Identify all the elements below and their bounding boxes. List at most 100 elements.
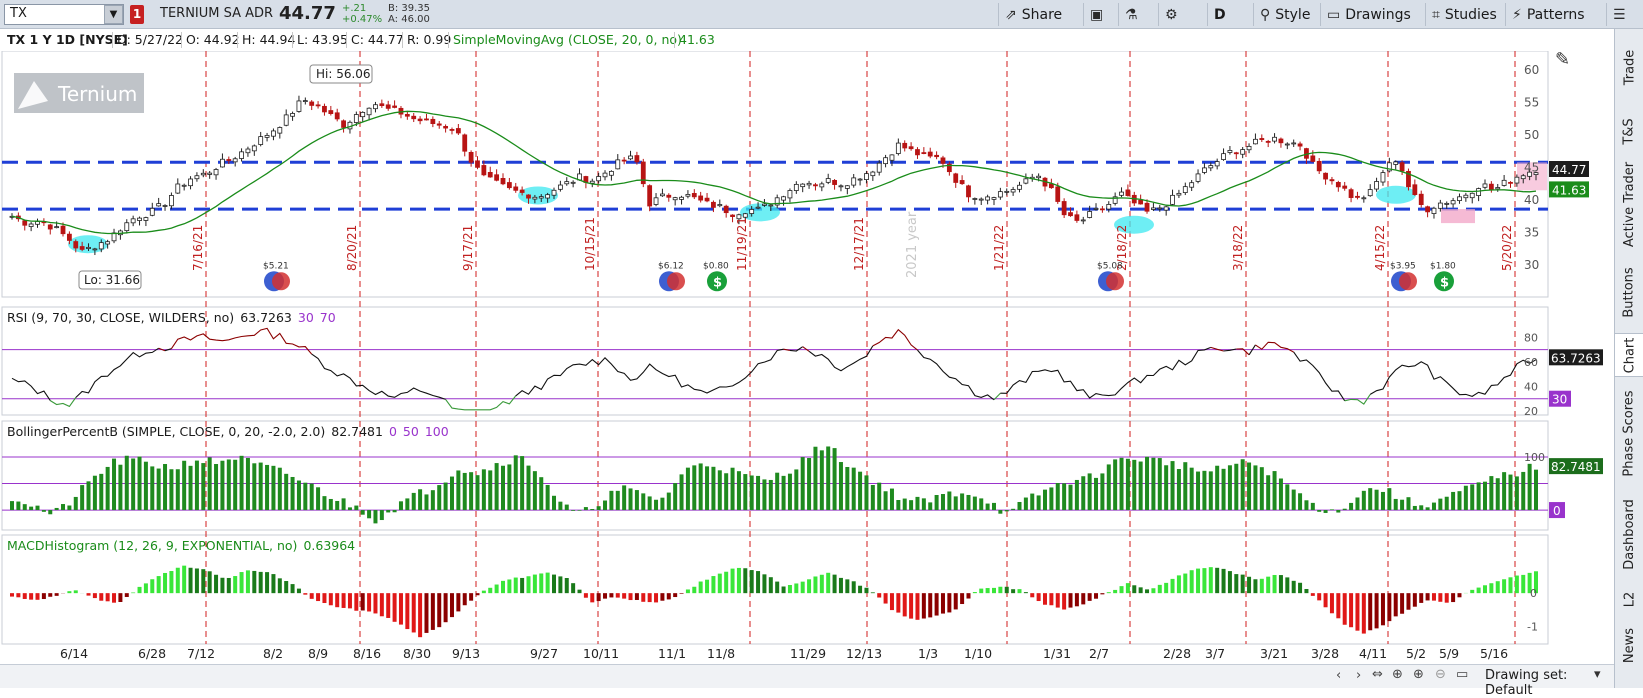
percentb-bar: [565, 505, 569, 510]
drawing-set-dropdown-icon[interactable]: ▾: [1594, 667, 1601, 682]
last-price-tag-text: 44.77: [1552, 163, 1586, 177]
candle-body: [1215, 162, 1219, 166]
sidebar-tab-dashboard[interactable]: Dashboard: [1615, 492, 1643, 577]
percentb-bar: [1528, 464, 1532, 510]
macd-bar: [782, 587, 786, 594]
percentb-bar: [342, 498, 346, 510]
drawings-button[interactable]: ▭Drawings: [1320, 3, 1417, 26]
candle-body: [259, 137, 263, 145]
percentb-bar: [1094, 478, 1098, 510]
studies-button[interactable]: ⌗Studies: [1425, 3, 1503, 26]
candle-body: [864, 174, 868, 180]
style-button[interactable]: ⚲Style: [1253, 3, 1316, 26]
symbol-dropdown-icon[interactable]: ▼: [104, 5, 123, 24]
crosshair-icon[interactable]: ⊕: [1392, 667, 1403, 682]
symbol-description: TERNIUM SA ADR: [160, 6, 273, 21]
sidebar-tab-chart[interactable]: Chart: [1615, 333, 1643, 377]
candle-body: [431, 119, 435, 123]
percentb-bar: [456, 470, 460, 510]
macd-bar: [246, 570, 250, 593]
candle-body: [1349, 190, 1353, 198]
percentb-bar: [578, 510, 582, 511]
zoom-out-icon[interactable]: ⊖: [1435, 667, 1446, 682]
macd-bar: [756, 571, 760, 593]
sidebar-tab-phase-scores[interactable]: Phase Scores: [1615, 381, 1643, 486]
box-zoom-icon[interactable]: ▭: [1456, 667, 1468, 682]
candle-body: [590, 181, 594, 183]
candle-body: [1158, 208, 1162, 209]
percentb-bar: [884, 491, 888, 510]
macd-bar: [807, 579, 811, 593]
percentb-bar: [1247, 463, 1251, 511]
percentb-bar: [297, 481, 301, 511]
alert-badge[interactable]: 1: [130, 5, 144, 24]
percentb-bar: [1470, 484, 1474, 510]
candle-body: [1279, 139, 1283, 143]
macd-bar: [138, 587, 142, 593]
zoom-in-icon[interactable]: ⊕: [1413, 667, 1424, 682]
sidebar-tab-l2[interactable]: L2: [1615, 584, 1643, 614]
macd-bar: [10, 593, 14, 596]
x-axis-tick: 4/11: [1359, 646, 1387, 661]
candle-body: [1362, 198, 1366, 199]
macd-bar: [431, 593, 435, 630]
x-axis-tick: 11/8: [707, 646, 735, 661]
candle-body: [138, 218, 142, 220]
candle-body: [1037, 176, 1041, 177]
candle-body: [762, 204, 766, 205]
sidebar-tab-buttons[interactable]: Buttons: [1615, 256, 1643, 328]
percentb-bar: [641, 493, 645, 510]
macd-bar: [1202, 568, 1206, 593]
patterns-button[interactable]: ⚡Patterns: [1505, 3, 1591, 26]
chart-canvas[interactable]: 303540455055607/16/218/20/219/17/2110/15…: [0, 51, 1612, 663]
macd-bar: [74, 590, 78, 593]
candle-body: [495, 175, 499, 181]
candle-body: [361, 112, 365, 116]
candle-body: [909, 147, 913, 149]
settings-button[interactable]: ⚙: [1158, 3, 1184, 26]
share-button[interactable]: ⇗Share: [998, 3, 1068, 26]
percentb-bar: [1515, 476, 1519, 510]
menu-button[interactable]: ☰: [1606, 3, 1632, 26]
candle-body: [1056, 187, 1060, 202]
percentb-bar: [552, 496, 556, 510]
candle-body: [527, 195, 531, 198]
scroll-left-icon[interactable]: ‹: [1336, 668, 1341, 683]
flexible-grid-button[interactable]: ▣: [1083, 3, 1109, 26]
flask-button[interactable]: ⚗: [1118, 3, 1144, 26]
sidebar-tab-trade[interactable]: Trade: [1615, 37, 1643, 97]
x-axis-tick: 2/7: [1089, 646, 1109, 661]
sidebar-tab-news[interactable]: News: [1615, 620, 1643, 670]
percentb-bar: [788, 474, 792, 510]
percentb-bar: [705, 466, 709, 510]
rsi-y-tick: 40: [1524, 380, 1538, 393]
macd-bar: [641, 593, 645, 602]
macd-bar: [1247, 577, 1251, 593]
candle-body: [342, 121, 346, 128]
expand-icon[interactable]: ⇔: [1372, 667, 1383, 682]
sma-value: 41.63: [679, 32, 715, 47]
sidebar-tab-active-trader[interactable]: Active Trader: [1615, 154, 1643, 254]
scroll-right-icon[interactable]: ›: [1356, 668, 1361, 683]
candle-body: [680, 197, 684, 199]
change-percent: +0.47%: [342, 14, 382, 25]
candle-body: [686, 194, 690, 196]
candle-body: [106, 242, 110, 244]
timeframe-button[interactable]: D: [1207, 3, 1232, 26]
candle-body: [718, 204, 722, 205]
candle-body: [80, 247, 84, 250]
divider: [237, 32, 238, 48]
candle-body: [692, 193, 696, 196]
percentb-bar: [571, 510, 575, 511]
candle-body: [648, 186, 652, 206]
candle-body: [1247, 146, 1251, 149]
rsi-y-tick: 20: [1524, 405, 1538, 418]
candle-body: [405, 114, 409, 116]
percentb-bar: [654, 500, 658, 510]
percentb-bar: [106, 467, 110, 510]
macd-bar: [769, 577, 773, 593]
percentb-bar: [527, 466, 531, 510]
macd-bar: [182, 566, 186, 594]
sidebar-tab-t-s[interactable]: T&S: [1615, 113, 1643, 149]
percentb-bar: [998, 510, 1002, 514]
